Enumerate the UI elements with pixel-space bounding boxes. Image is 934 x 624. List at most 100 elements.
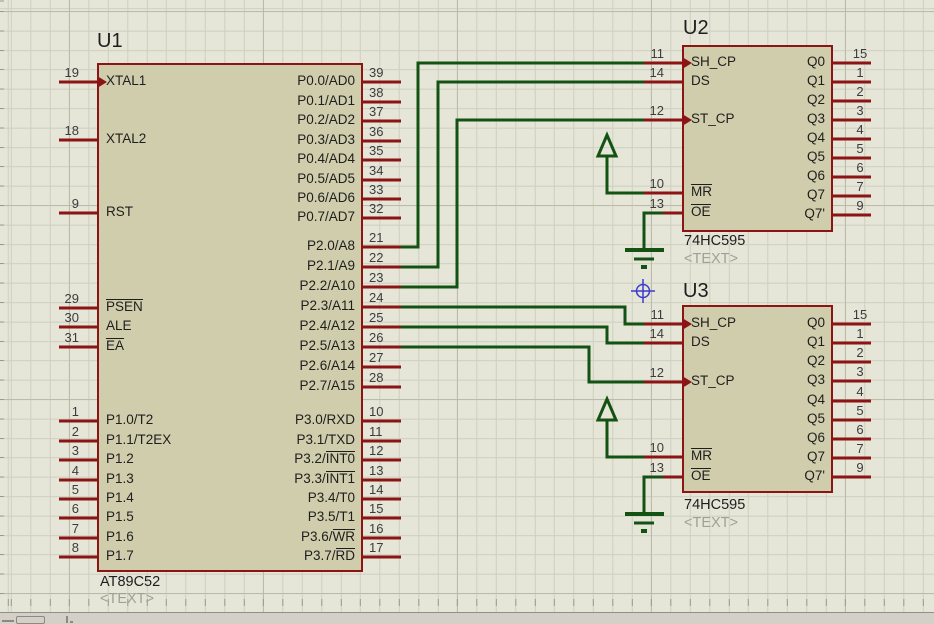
pin-name-u1-xtal1: XTAL1: [106, 73, 147, 88]
window-artifact-line: [2, 620, 14, 622]
pin-number-u1-15: 15: [369, 501, 384, 516]
pin-number-u1-25: 25: [369, 310, 384, 325]
pin-number-u2-9: 9: [856, 198, 864, 213]
chip-value-u3[interactable]: 74HC595: [684, 497, 745, 513]
pin-name-u2-q0: Q0: [806, 54, 825, 69]
pin-name-u1-ale: ALE: [106, 318, 132, 333]
pin-number-u3-5: 5: [856, 403, 864, 418]
pin-name-u3-q0: Q0: [806, 315, 825, 330]
pin-number-u1-27: 27: [369, 350, 384, 365]
pin-number-u2-14: 14: [649, 65, 664, 80]
pin-number-u3-4: 4: [856, 384, 864, 399]
pin-number-u1-39: 39: [369, 65, 384, 80]
pin-number-u1-38: 38: [369, 85, 384, 100]
power-arrow-icon-vcc-u2[interactable]: [595, 131, 619, 158]
pin-name-base: P3.7/: [303, 548, 336, 563]
pin-number-u1-4: 4: [71, 463, 79, 478]
pin-name-u1-xtal2: XTAL2: [106, 131, 147, 146]
pin-name-u1-p0-4-ad4: P0.4/AD4: [297, 151, 355, 166]
pin-number-u3-10: 10: [649, 440, 664, 455]
wire-w-p22-u2-stcp[interactable]: [401, 118, 644, 289]
pin-number-u2-5: 5: [856, 141, 864, 156]
pin-name-u1-p1-0-t2: P1.0/T2: [106, 412, 154, 427]
statusbar: [0, 613, 934, 624]
wire-w-p24-u3-ds[interactable]: [401, 325, 644, 345]
pin-number-u1-21: 21: [369, 230, 384, 245]
chip-text-placeholder-u1[interactable]: <TEXT>: [100, 591, 154, 607]
pin-number-u2-12: 12: [649, 103, 664, 118]
schematic-canvas[interactable]: U1 AT89C52 <TEXT> 19 XTAL1 18 XTAL2 9 RST 29 PSEN 3…: [0, 0, 934, 624]
pin-name-u1-p2-6-a14: P2.6/A14: [299, 358, 355, 373]
pin-number-u3-14: 14: [649, 326, 664, 341]
chip-text-placeholder-u2[interactable]: <TEXT>: [684, 251, 738, 267]
pin-name-u1-p1-4: P1.4: [106, 490, 134, 505]
pin-name-u1-p3-3-int1: P3.3/INT1: [195, 471, 355, 486]
pin-number-u1-6: 6: [71, 501, 79, 516]
pin-name-u3-q6: Q6: [806, 430, 825, 445]
pin-name-overline: INT1: [325, 471, 355, 486]
pin-name-base: P3.2/: [294, 451, 326, 466]
wire-w-p25-u3-stcp[interactable]: [401, 345, 644, 384]
chip-value-u1[interactable]: AT89C52: [100, 574, 160, 590]
pin-name-u2-q6: Q6: [806, 168, 825, 183]
pin-number-u2-3: 3: [856, 103, 864, 118]
pin-name-u1-p0-3-ad3: P0.3/AD3: [297, 132, 355, 147]
pin-name-u3-q7: Q7: [806, 449, 825, 464]
pin-name-u2-q4: Q4: [806, 130, 825, 145]
pin-number-u1-7: 7: [71, 521, 79, 536]
window-artifact-tick: [66, 616, 68, 623]
chip-text-placeholder-u3[interactable]: <TEXT>: [684, 515, 738, 531]
pin-name-u2-q7-: Q7': [804, 206, 825, 221]
pin-name-u1-rst: RST: [106, 204, 133, 219]
chip-ref-u1[interactable]: U1: [97, 31, 123, 52]
pin-name-u3-q3: Q3: [806, 372, 825, 387]
pin-name-overline: WR: [332, 529, 355, 544]
chip-ref-u2[interactable]: U2: [683, 18, 709, 39]
pin-number-u3-11: 11: [650, 307, 665, 322]
pin-number-u2-4: 4: [856, 122, 864, 137]
pin-name-u1-p0-1-ad1: P0.1/AD1: [297, 93, 355, 108]
pin-number-u1-16: 16: [369, 521, 384, 536]
pin-number-u1-28: 28: [369, 370, 384, 385]
chip-ref-u3[interactable]: U3: [683, 281, 709, 302]
pin-number-u3-6: 6: [856, 422, 864, 437]
pin-number-u1-36: 36: [369, 124, 384, 139]
wire-w-p20-u2-shcp[interactable]: [401, 61, 644, 249]
wire-gnd-u2[interactable]: [642, 211, 663, 250]
pin-number-u1-37: 37: [369, 104, 384, 119]
pin-name-u1-p1-1-t2ex: P1.1/T2EX: [106, 432, 172, 447]
pin-number-u1-22: 22: [369, 250, 384, 265]
pin-number-u3-9: 9: [856, 460, 864, 475]
sheet-left-ruler-ticks: [0, 0, 4, 612]
pin-number-u1-35: 35: [369, 143, 384, 158]
pin-number-u1-5: 5: [71, 482, 79, 497]
wire-w-p21-u2-ds[interactable]: [401, 80, 644, 269]
pin-number-u1-2: 2: [71, 424, 79, 439]
pin-name-u1-p2-7-a15: P2.7/A15: [299, 378, 355, 393]
pin-name-u3-q1: Q1: [806, 334, 825, 349]
pin-name-u1-p1-7: P1.7: [106, 548, 134, 563]
pin-name-u1-p1-6: P1.6: [106, 529, 134, 544]
pin-number-u3-15: 15: [852, 307, 868, 322]
pin-number-u1-10: 10: [369, 404, 384, 419]
pin-number-u1-24: 24: [369, 290, 384, 305]
pin-name-overline: PSEN: [106, 299, 143, 314]
pin-name-u2-q7: Q7: [806, 187, 825, 202]
pin-number-u2-11: 11: [650, 46, 665, 61]
pin-name-base: P3.6/: [300, 529, 333, 544]
wire-gnd-u3[interactable]: [642, 475, 663, 514]
pin-number-u2-7: 7: [856, 179, 864, 194]
pin-number-u1-11: 11: [369, 424, 383, 439]
pin-number-u1-34: 34: [369, 163, 384, 178]
pin-number-u3-3: 3: [856, 364, 864, 379]
pin-name-u1-psen: PSEN: [106, 299, 143, 314]
pin-number-u3-13: 13: [649, 460, 664, 475]
pin-name-u3-q5: Q5: [806, 411, 825, 426]
pin-name-u1-p2-0-a8: P2.0/A8: [306, 238, 355, 253]
pin-name-u2-q2: Q2: [806, 92, 825, 107]
chip-value-u2[interactable]: 74HC595: [684, 233, 745, 249]
pin-number-u1-31: 31: [64, 330, 79, 345]
wire-w-p23-u3-shcp[interactable]: [401, 305, 644, 326]
pin-name-u3-q2: Q2: [806, 353, 825, 368]
power-arrow-icon-vcc-u3[interactable]: [595, 395, 619, 422]
